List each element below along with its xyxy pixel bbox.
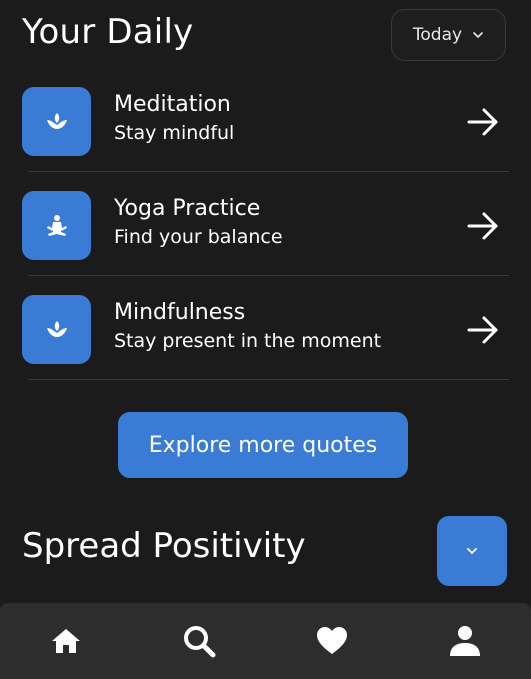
activity-item-mindfulness[interactable]: Mindfulness Stay present in the moment [0, 288, 531, 392]
activity-icon-tile [22, 295, 91, 364]
divider [28, 275, 509, 276]
nav-item-search[interactable] [164, 611, 234, 671]
chevron-down-icon [467, 548, 477, 554]
divider [28, 171, 509, 172]
user-icon [449, 626, 480, 656]
lotus-icon [46, 320, 67, 337]
activity-title: Yoga Practice [114, 196, 261, 221]
chevron-down-icon [473, 32, 483, 38]
activity-title: Meditation [114, 92, 231, 117]
explore-more-quotes-button[interactable]: Explore more quotes [118, 412, 408, 478]
lotus-icon [46, 112, 67, 129]
activity-list: Meditation Stay mindful Yoga Practice Fi… [0, 80, 531, 392]
activity-icon-tile [22, 191, 91, 260]
nav-item-favorites[interactable] [297, 611, 367, 671]
activity-subtitle: Find your balance [114, 226, 283, 248]
home-icon [52, 629, 81, 653]
divider [28, 379, 509, 380]
section-title: Spread Positivity [22, 526, 306, 566]
heart-icon [316, 627, 347, 654]
yoga-pose-icon [46, 214, 67, 236]
activity-item-meditation[interactable]: Meditation Stay mindful [0, 80, 531, 184]
period-select[interactable]: Today [391, 9, 506, 61]
nav-item-home[interactable] [31, 611, 101, 671]
search-icon [184, 626, 216, 658]
activity-title: Mindfulness [114, 300, 246, 325]
arrow-right-icon[interactable] [466, 209, 500, 243]
header: Your Daily Today [0, 0, 531, 70]
activity-item-yoga-practice[interactable]: Yoga Practice Find your balance [0, 184, 531, 288]
activity-subtitle: Stay mindful [114, 122, 235, 144]
arrow-right-icon[interactable] [466, 105, 500, 139]
arrow-right-icon[interactable] [466, 313, 500, 347]
page-title: Your Daily [22, 12, 194, 52]
nav-item-profile[interactable] [430, 611, 500, 671]
bottom-nav [0, 603, 531, 679]
expand-section-button[interactable] [437, 516, 507, 586]
period-select-value: Today [412, 25, 463, 45]
activity-icon-tile [22, 87, 91, 156]
activity-subtitle: Stay present in the moment [114, 330, 382, 352]
